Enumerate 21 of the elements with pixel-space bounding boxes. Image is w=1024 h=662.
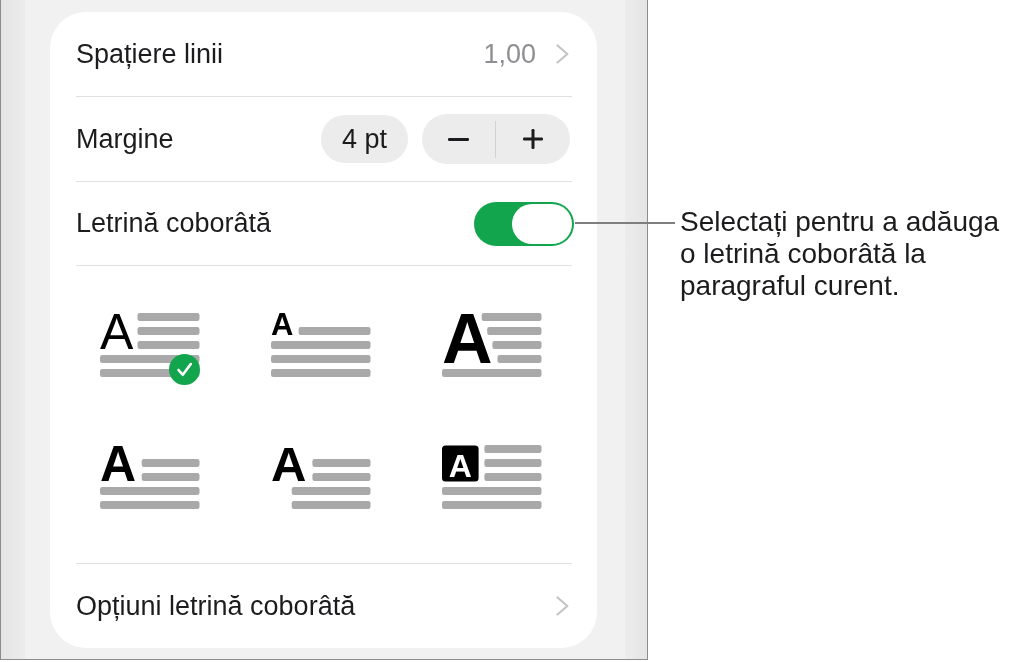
setting-value: 1,00 — [483, 37, 536, 71]
letter-tile — [442, 445, 479, 482]
chevron-right-icon — [556, 596, 569, 616]
drop-cap-style-button[interactable]: A — [442, 445, 542, 509]
drop-cap-options-label[interactable]: Opțiuni letrină coborâtă — [76, 585, 356, 627]
plus-icon — [523, 129, 543, 149]
drop-cap-style-button[interactable]: A — [271, 445, 371, 509]
callout-text: Selectați pentru a adăuga o letrină coborâtă la paragraful curent. — [680, 206, 1001, 302]
minus-icon — [448, 137, 469, 141]
setting-label: Spațiere linii — [76, 37, 224, 71]
setting-label: Margine — [76, 122, 174, 156]
chevron-right-icon — [556, 44, 569, 64]
drop-cap-style-button[interactable]: A — [271, 313, 371, 377]
text-lines-icon — [442, 445, 542, 509]
drop-cap-toggle[interactable] — [474, 201, 574, 246]
margin-value-field[interactable]: 4 pt — [321, 115, 408, 163]
checkmark-icon — [168, 353, 200, 385]
drop-cap-style-button[interactable]: A — [442, 313, 542, 377]
setting-label: Letrină coborâtă — [76, 207, 272, 241]
text-lines-icon — [442, 313, 542, 377]
drop-cap-style-button[interactable]: A — [100, 445, 200, 509]
